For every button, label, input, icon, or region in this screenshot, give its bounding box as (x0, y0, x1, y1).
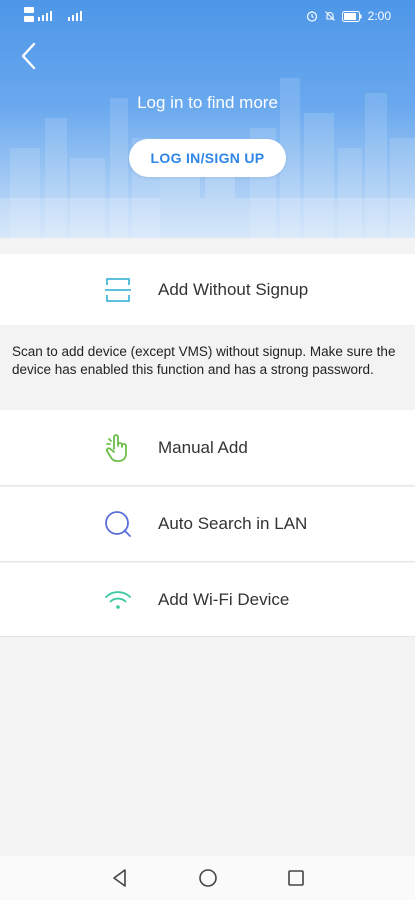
nav-home-icon (199, 869, 217, 887)
mute-icon (324, 11, 335, 21)
login-signup-button[interactable]: LOG IN/SIGN UP (129, 139, 286, 177)
nav-back-button[interactable] (108, 866, 132, 890)
add-without-signup-label: Add Without Signup (158, 280, 309, 299)
chevron-left-icon (21, 42, 36, 70)
back-button[interactable] (14, 40, 44, 72)
alarm-icon (306, 11, 317, 22)
auto-search-lan-item[interactable]: Auto Search in LAN (0, 487, 415, 562)
scan-frame-icon (101, 273, 135, 307)
add-without-signup-hint: Scan to add device (except VMS) without … (12, 344, 396, 377)
manual-add-label: Manual Add (158, 438, 248, 457)
divider (0, 485, 415, 486)
status-time: 2:00 (367, 9, 391, 23)
status-bar: 2:00 (0, 0, 415, 32)
login-prompt-text: Log in to find more (137, 93, 278, 112)
add-without-signup-item[interactable]: Add Without Signup (0, 254, 415, 325)
header-banner: 2:00 Log in to find more LOG IN/SIGN UP (0, 0, 415, 238)
search-circle-icon (101, 507, 135, 541)
auto-search-lan-label: Auto Search in LAN (158, 514, 308, 533)
system-navigation-bar (0, 856, 415, 900)
wifi-icon (101, 583, 135, 617)
divider (0, 561, 415, 562)
add-wifi-device-item[interactable]: Add Wi-Fi Device (0, 563, 415, 637)
add-wifi-device-label: Add Wi-Fi Device (158, 590, 290, 609)
divider (0, 636, 415, 637)
nav-home-button[interactable] (196, 866, 220, 890)
hand-pointer-icon (101, 431, 135, 465)
battery-icon (341, 10, 362, 22)
nav-back-icon (113, 869, 126, 887)
manual-add-item[interactable]: Manual Add (0, 410, 415, 486)
signal-icon (24, 7, 82, 22)
nav-recents-button[interactable] (284, 866, 308, 890)
signal-indicators (24, 5, 94, 28)
nav-recents-icon (288, 870, 304, 886)
city-skyline-illustration (0, 78, 415, 238)
